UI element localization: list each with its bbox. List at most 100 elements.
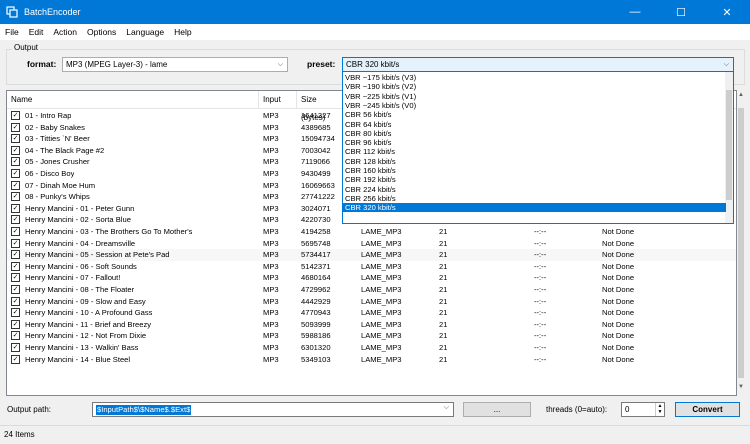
dropdown-scrollbar[interactable] — [725, 72, 733, 223]
table-row[interactable]: ✓ Henry Mancini - 12 - Not From Dixie MP3 5… — [7, 330, 736, 342]
cell-col4: LAME_MP3 — [361, 250, 402, 260]
row-checkbox[interactable]: ✓ — [11, 215, 20, 225]
scroll-down-icon[interactable]: ▼ — [737, 384, 745, 390]
table-row[interactable]: ✓ Henry Mancini - 08 - The Floater MP3 4729… — [7, 284, 736, 296]
preset-combo[interactable]: CBR 320 kbit/s ⌵ — [342, 57, 734, 72]
row-checkbox[interactable]: ✓ — [11, 308, 20, 318]
cell-col7: Not Done — [602, 354, 635, 364]
cell-col5: 21 — [439, 343, 448, 352]
row-checkbox[interactable]: ✓ — [11, 192, 20, 202]
cell-col7: Not Done — [602, 343, 635, 352]
chevron-down-icon[interactable]: ⌵ — [444, 404, 449, 412]
row-checkbox[interactable]: ✓ — [11, 296, 20, 306]
row-checkbox[interactable]: ✓ — [11, 157, 20, 167]
row-checkbox[interactable]: ✓ — [11, 285, 20, 294]
cell-col7: Not Done — [602, 261, 635, 271]
cell-size: 4220730 — [301, 215, 331, 225]
preset-option[interactable]: CBR 112 kbit/s — [343, 147, 726, 156]
preset-option[interactable]: VBR ~190 kbit/s (V2) — [343, 82, 726, 91]
cell-name: Henry Mancini - 09 - Slow and Easy — [25, 296, 146, 306]
cell-name: Henry Mancini - 14 - Blue Steel — [25, 354, 131, 364]
close-button[interactable]: ✕ — [704, 0, 750, 24]
preset-option[interactable]: CBR 160 kbit/s — [343, 166, 726, 175]
row-checkbox[interactable]: ✓ — [11, 122, 20, 132]
row-checkbox[interactable]: ✓ — [11, 319, 20, 329]
cell-size: 1641327 — [301, 111, 331, 120]
cell-input: MP3 — [263, 250, 279, 260]
menu-item-options[interactable]: Options — [82, 27, 121, 37]
cell-col5: 21 — [439, 261, 448, 271]
output-path-value[interactable]: $InputPath$\$Name$.$Ext$ — [96, 405, 192, 415]
table-row[interactable]: ✓ Henry Mancini - 07 - Fallout! MP3 4680164… — [7, 272, 736, 284]
cell-input: MP3 — [263, 203, 279, 213]
menu-item-action[interactable]: Action — [48, 27, 82, 37]
preset-option[interactable]: CBR 224 kbit/s — [343, 185, 726, 194]
table-row[interactable]: ✓ Henry Mancini - 14 - Blue Steel MP3 53491… — [7, 354, 736, 366]
preset-option[interactable]: CBR 80 kbit/s — [343, 129, 726, 138]
preset-option[interactable]: VBR ~245 kbit/s (V0) — [343, 101, 726, 110]
table-row[interactable]: ✓ Henry Mancini - 06 - Soft Sounds MP3 5142… — [7, 261, 736, 273]
preset-option[interactable]: CBR 96 kbit/s — [343, 138, 726, 147]
threads-value[interactable]: 0 — [625, 405, 629, 414]
preset-option[interactable]: CBR 56 kbit/s — [343, 110, 726, 119]
menu-item-help[interactable]: Help — [169, 27, 196, 37]
table-row[interactable]: ✓ Henry Mancini - 10 - A Profound Gass MP3… — [7, 307, 736, 319]
row-checkbox[interactable]: ✓ — [11, 238, 20, 248]
output-path-combo[interactable]: $InputPath$\$Name$.$Ext$ ⌵ — [92, 402, 454, 417]
table-row[interactable]: ✓ Henry Mancini - 11 - Brief and Breezy MP… — [7, 319, 736, 331]
table-row[interactable]: ✓ Henry Mancini - 04 - Dreamsville MP3 5695… — [7, 238, 736, 250]
cell-col6: --:-- — [534, 354, 547, 364]
row-checkbox[interactable]: ✓ — [11, 227, 20, 236]
preset-option[interactable]: CBR 64 kbit/s — [343, 120, 726, 129]
maximize-button[interactable]: ☐ — [658, 0, 704, 24]
row-checkbox[interactable]: ✓ — [11, 111, 20, 120]
row-checkbox[interactable]: ✓ — [11, 354, 20, 364]
menu-item-edit[interactable]: Edit — [24, 27, 49, 37]
preset-option[interactable]: CBR 192 kbit/s — [343, 175, 726, 184]
column-header-input[interactable]: Input — [259, 91, 297, 109]
dropdown-scrollbar-thumb[interactable] — [726, 90, 732, 200]
menu-item-file[interactable]: File — [0, 27, 24, 37]
cell-col4: LAME_MP3 — [361, 227, 402, 236]
format-combo[interactable]: MP3 (MPEG Layer-3) - lame ⌵ — [62, 57, 288, 72]
preset-option[interactable]: VBR ~225 kbit/s (V1) — [343, 92, 726, 101]
row-checkbox[interactable]: ✓ — [11, 203, 20, 213]
spinner-arrows-icon[interactable]: ▲ ▼ — [655, 403, 664, 416]
minimize-button[interactable]: — — [612, 0, 658, 24]
preset-option[interactable]: CBR 128 kbit/s — [343, 157, 726, 166]
scroll-up-icon[interactable]: ▲ — [737, 92, 745, 98]
cell-name: Henry Mancini - 07 - Fallout! — [25, 273, 121, 283]
row-checkbox[interactable]: ✓ — [11, 250, 20, 260]
browse-button[interactable]: ... — [463, 402, 531, 417]
table-row[interactable]: ✓ Henry Mancini - 13 - Walkin' Bass MP3 630… — [7, 342, 736, 354]
table-row[interactable]: ✓ Henry Mancini - 05 - Session at Pete's … — [7, 249, 736, 261]
scrollbar-thumb[interactable] — [738, 108, 744, 378]
preset-dropdown-list[interactable]: VBR ~175 kbit/s (V3) VBR ~190 kbit/s (V2)… — [342, 71, 734, 224]
menu-item-language[interactable]: Language — [121, 27, 169, 37]
column-header-size[interactable]: Size (bytes) — [297, 91, 343, 122]
row-checkbox[interactable]: ✓ — [11, 343, 20, 352]
cell-col7: Not Done — [602, 319, 635, 329]
cell-col6: --:-- — [534, 273, 547, 283]
cell-col4: LAME_MP3 — [361, 238, 402, 248]
preset-option[interactable]: CBR 320 kbit/s — [343, 203, 726, 213]
row-checkbox[interactable]: ✓ — [11, 261, 20, 271]
table-row[interactable]: ✓ Henry Mancini - 03 - The Brothers Go To… — [7, 226, 736, 238]
threads-spinner[interactable]: 0 ▲ ▼ — [621, 402, 665, 417]
preset-option[interactable]: VBR ~175 kbit/s (V3) — [343, 73, 726, 82]
preset-option[interactable]: CBR 256 kbit/s — [343, 194, 726, 203]
convert-button[interactable]: Convert — [675, 402, 740, 417]
table-row[interactable]: ✓ Henry Mancini - 09 - Slow and Easy MP3 44… — [7, 296, 736, 308]
row-checkbox[interactable]: ✓ — [11, 145, 20, 155]
list-scrollbar[interactable]: ▲ ▼ — [737, 90, 745, 396]
cell-col4: LAME_MP3 — [361, 319, 402, 329]
row-checkbox[interactable]: ✓ — [11, 180, 20, 190]
cell-input: MP3 — [263, 180, 279, 190]
row-checkbox[interactable]: ✓ — [11, 273, 20, 283]
cell-col5: 21 — [439, 308, 448, 318]
column-header-name[interactable]: Name — [7, 91, 259, 109]
row-checkbox[interactable]: ✓ — [11, 169, 20, 178]
format-value: MP3 (MPEG Layer-3) - lame — [66, 60, 168, 69]
row-checkbox[interactable]: ✓ — [11, 331, 20, 341]
row-checkbox[interactable]: ✓ — [11, 134, 20, 144]
